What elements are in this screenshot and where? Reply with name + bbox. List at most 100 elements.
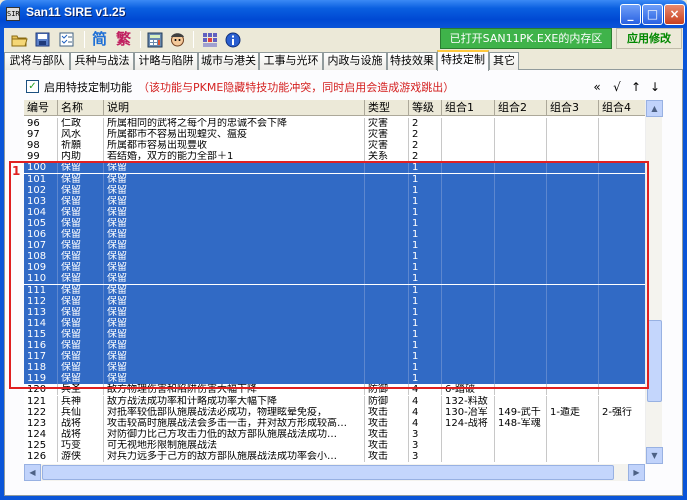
table-cell[interactable]: 巧变 xyxy=(58,439,104,451)
table-cell[interactable] xyxy=(547,395,599,407)
tab-skill-effects[interactable]: 特技效果 xyxy=(387,52,437,70)
table-cell[interactable] xyxy=(495,118,547,129)
calculator-icon[interactable] xyxy=(145,30,164,49)
tab-skill-custom[interactable]: 特技定制 xyxy=(437,50,489,71)
table-cell[interactable]: 130-冶军 xyxy=(442,406,495,418)
table-row[interactable]: 121 兵神 敌方战法成功率和计略成功率大幅下降 防御 4 132-料敌 xyxy=(24,395,662,407)
tab-generals-units[interactable]: 武将与部队 xyxy=(4,52,70,70)
table-cell[interactable]: 126 xyxy=(24,451,58,462)
table-cell[interactable] xyxy=(547,140,599,152)
table-cell[interactable]: 97 xyxy=(24,129,58,141)
table-cell[interactable] xyxy=(442,129,495,141)
save-icon[interactable] xyxy=(33,30,52,49)
table-cell[interactable]: 121 xyxy=(24,395,58,407)
table-cell[interactable]: 攻击 xyxy=(365,406,409,418)
move-up-button[interactable]: ↑ xyxy=(627,79,645,95)
table-cell[interactable]: 所属都市容易出现豊收 xyxy=(104,140,365,152)
move-first-button[interactable]: « xyxy=(588,79,606,95)
scroll-left-arrow-icon[interactable]: ◀ xyxy=(24,464,41,481)
table-cell[interactable]: 3 xyxy=(409,439,442,451)
table-cell[interactable]: 对兵力远多于己方的敌方部队施展战法成功率会小… xyxy=(104,451,365,462)
table-row[interactable]: 122 兵仙 对抵率较低部队施展战法必成功，物理眩晕免疫， 攻击 4 130-冶军 149-… xyxy=(24,406,662,418)
table-cell[interactable] xyxy=(495,395,547,407)
table-cell[interactable] xyxy=(495,140,547,152)
table-cell[interactable] xyxy=(547,439,599,451)
table-cell[interactable]: 2 xyxy=(409,140,442,152)
table-cell[interactable] xyxy=(547,451,599,462)
column-header[interactable]: 类型 xyxy=(365,100,409,116)
table-cell[interactable]: 125 xyxy=(24,439,58,451)
column-header[interactable]: 名称 xyxy=(58,100,104,116)
apply-changes-button[interactable]: 应用修改 xyxy=(616,28,682,49)
tab-other[interactable]: 其它 xyxy=(489,52,519,70)
table-row[interactable]: 97 风水 所属都市不容易出现蝗灾、瘟疫 灾害 2 xyxy=(24,129,662,141)
table-cell[interactable] xyxy=(495,451,547,462)
table-cell[interactable]: 所属相同的武将之每个月的忠诚不会下降 xyxy=(104,118,365,129)
maximize-button[interactable]: □ xyxy=(642,4,663,25)
scroll-down-arrow-icon[interactable]: ▼ xyxy=(646,447,663,464)
column-header[interactable]: 组合1 xyxy=(442,100,495,116)
table-cell[interactable]: 攻击 xyxy=(365,439,409,451)
table-cell[interactable] xyxy=(547,417,599,429)
traditional-chinese-button[interactable]: 繁 xyxy=(116,30,131,49)
checklist-icon[interactable] xyxy=(57,30,76,49)
column-header[interactable]: 编号 xyxy=(24,100,58,116)
column-header[interactable]: 等级 xyxy=(409,100,442,116)
info-icon[interactable] xyxy=(223,30,242,49)
table-cell[interactable]: 96 xyxy=(24,118,58,129)
horizontal-scroll-thumb[interactable] xyxy=(42,465,614,480)
table-cell[interactable] xyxy=(442,439,495,451)
table-cell[interactable]: 对抵率较低部队施展战法必成功，物理眩晕免疫， xyxy=(104,406,365,418)
table-cell[interactable]: 兵神 xyxy=(58,395,104,407)
table-cell[interactable]: 风水 xyxy=(58,129,104,141)
table-cell[interactable]: 3 xyxy=(409,428,442,440)
table-cell[interactable] xyxy=(495,428,547,440)
table-cell[interactable]: 祈願 xyxy=(58,140,104,152)
table-cell[interactable]: 124-战将 xyxy=(442,417,495,429)
column-header[interactable]: 组合2 xyxy=(495,100,547,116)
table-cell[interactable]: 攻击 xyxy=(365,417,409,429)
table-cell[interactable]: 游侠 xyxy=(58,451,104,462)
table-cell[interactable]: 4 xyxy=(409,395,442,407)
table-row[interactable]: 126 游侠 对兵力远多于己方的敌方部队施展战法成功率会小… 攻击 3 xyxy=(24,451,662,462)
portrait-icon[interactable] xyxy=(168,30,187,49)
tab-cities-ports[interactable]: 城市与港关 xyxy=(198,52,259,70)
table-cell[interactable]: 兵仙 xyxy=(58,406,104,418)
table-cell[interactable]: 灾害 xyxy=(365,118,409,129)
table-cell[interactable]: 148-军魂 xyxy=(495,417,547,429)
column-header[interactable]: 说明 xyxy=(104,100,365,116)
table-cell[interactable]: 98 xyxy=(24,140,58,152)
vertical-scroll-thumb[interactable] xyxy=(647,320,662,402)
table-cell[interactable]: 4 xyxy=(409,406,442,418)
table-cell[interactable]: 1-遁走 xyxy=(547,406,599,418)
tab-schemes-traps[interactable]: 计略与陷阱 xyxy=(134,52,198,70)
table-cell[interactable]: 2 xyxy=(409,129,442,141)
tab-works-auras[interactable]: 工事与光环 xyxy=(259,52,323,70)
enable-skill-custom-checkbox[interactable]: ✓ xyxy=(26,80,39,93)
table-cell[interactable] xyxy=(547,129,599,141)
minimize-button[interactable]: _ xyxy=(620,4,641,25)
table-cell[interactable]: 所属都市不容易出现蝗灾、瘟疫 xyxy=(104,129,365,141)
tab-troops-tactics[interactable]: 兵种与战法 xyxy=(70,52,134,70)
table-cell[interactable] xyxy=(442,428,495,440)
table-row[interactable]: 98 祈願 所属都市容易出现豊收 灾害 2 xyxy=(24,140,662,152)
table-row[interactable]: 96 仁政 所属相同的武将之每个月的忠诚不会下降 灾害 2 xyxy=(24,118,662,129)
table-cell[interactable]: 攻击 xyxy=(365,451,409,462)
table-cell[interactable] xyxy=(547,428,599,440)
table-cell[interactable]: 可无视地形限制施展战法 xyxy=(104,439,365,451)
table-cell[interactable] xyxy=(495,129,547,141)
confirm-button[interactable]: √ xyxy=(608,79,626,95)
table-cell[interactable]: 3 xyxy=(409,451,442,462)
table-row[interactable]: 123 战将 攻击较高时施展战法会多击一击，并对敌方形成较高… 攻击 4 124-战将 14… xyxy=(24,417,662,429)
table-cell[interactable] xyxy=(547,118,599,129)
table-cell[interactable]: 防御 xyxy=(365,395,409,407)
table-cell[interactable]: 仁政 xyxy=(58,118,104,129)
table-cell[interactable]: 灾害 xyxy=(365,129,409,141)
table-cell[interactable]: 对防御力比己方攻击力低的敌方部队施展战法成功… xyxy=(104,428,365,440)
scroll-right-arrow-icon[interactable]: ▶ xyxy=(628,464,645,481)
table-row[interactable]: 124 战将 对防御力比己方攻击力低的敌方部队施展战法成功… 攻击 3 xyxy=(24,428,662,440)
tab-domestic-facilities[interactable]: 内政与设施 xyxy=(323,52,387,70)
table-cell[interactable]: 2 xyxy=(409,118,442,129)
column-header[interactable]: 组合3 xyxy=(547,100,599,116)
open-folder-icon[interactable] xyxy=(10,30,29,49)
